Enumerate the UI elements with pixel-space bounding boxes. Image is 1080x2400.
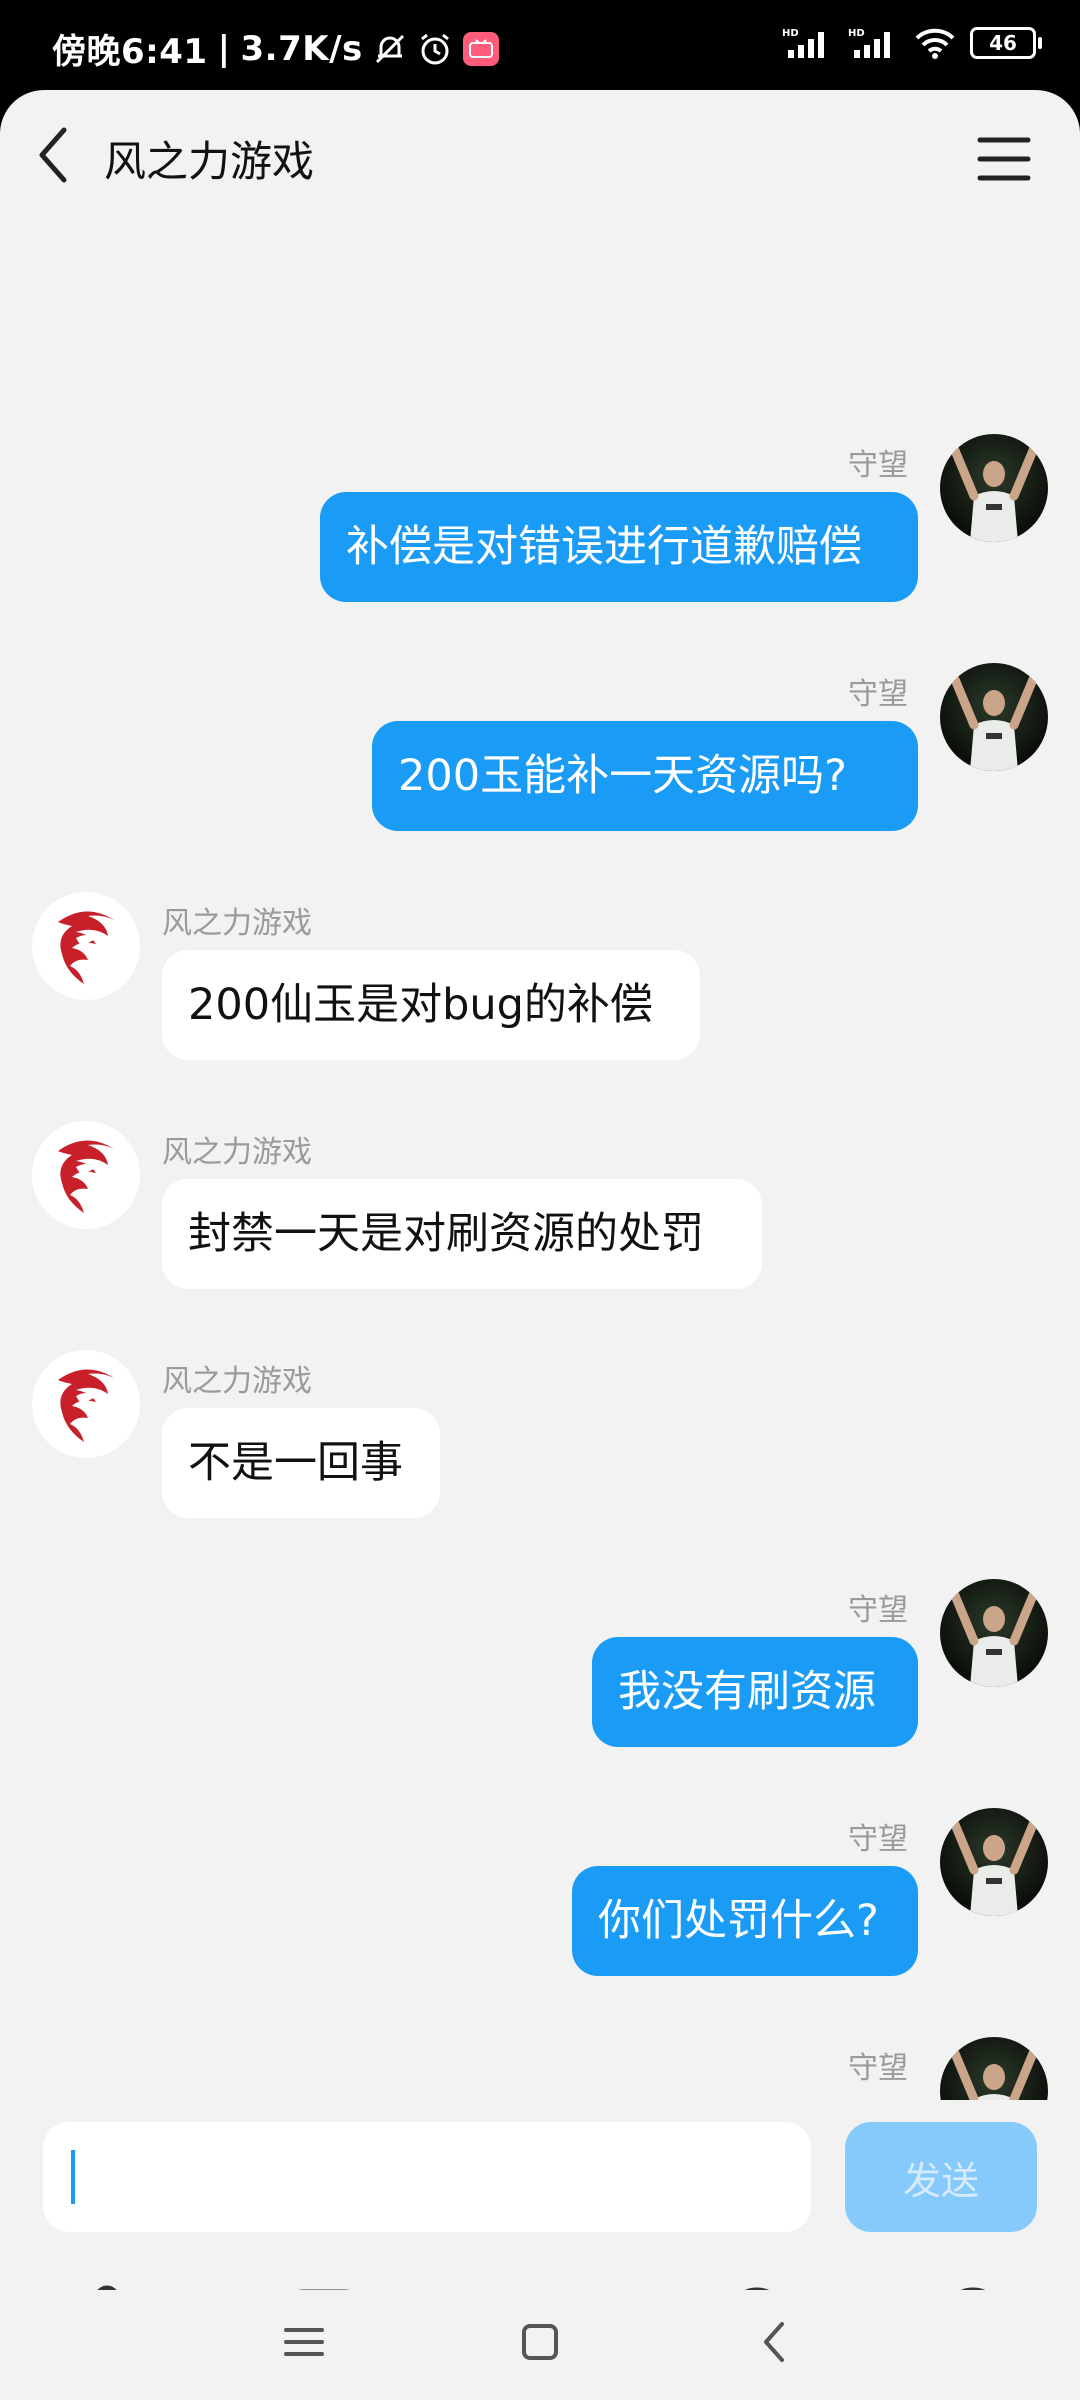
sender-name: 守望 (848, 1822, 908, 1857)
message-input[interactable] (43, 2122, 811, 2232)
message-bubble[interactable]: 你们处罚什么? (572, 1866, 918, 1976)
hamburger-menu-icon (977, 137, 1031, 181)
game-logo-icon (58, 911, 114, 984)
chat-screen: 风之力游戏 守望 补偿是对错误进行道歉赔偿 守望 200玉能补一天资源吗? 风之… (0, 90, 1080, 2400)
status-speed: 3.7K/s (240, 28, 363, 69)
alarm-icon (417, 31, 453, 67)
status-bar: 傍晚6:41 | 3.7K/s HD HD 46 (0, 0, 1080, 95)
avatar[interactable] (32, 1350, 140, 1458)
avatar[interactable] (32, 892, 140, 1000)
message-list[interactable]: 守望 补偿是对错误进行道歉赔偿 守望 200玉能补一天资源吗? 风之力游戏 20… (0, 220, 1080, 2100)
player-photo-icon (949, 443, 1039, 542)
square-icon (522, 2324, 558, 2360)
menu-button[interactable] (976, 134, 1032, 184)
chevron-left-icon (39, 127, 67, 183)
message-bubble[interactable]: 我没有刷资源 (592, 1637, 918, 1747)
mute-bell-icon (373, 32, 407, 66)
chevron-left-icon (764, 2322, 784, 2362)
hd-signal-2-icon: HD (848, 26, 900, 60)
text-caret (71, 2150, 75, 2204)
sender-name: 守望 (848, 677, 908, 712)
sender-name: 风之力游戏 (162, 906, 312, 941)
avatar[interactable] (940, 663, 1048, 771)
status-right: HD HD 46 (782, 26, 1042, 60)
recent-apps-button[interactable] (274, 2312, 334, 2372)
avatar[interactable] (940, 1808, 1048, 1916)
svg-text:HD: HD (848, 28, 865, 39)
sender-name: 守望 (848, 448, 908, 483)
svg-text:HD: HD (782, 28, 799, 39)
message-bubble[interactable]: 不是一回事 (162, 1408, 440, 1518)
sender-name: 守望 (848, 1593, 908, 1628)
page-title: 风之力游戏 (104, 137, 315, 186)
message-bubble[interactable]: 补偿是对错误进行道歉赔偿 (320, 492, 918, 602)
wifi-icon (914, 26, 956, 60)
menu-lines-icon (284, 2328, 324, 2356)
message-bubble[interactable]: 200玉能补一天资源吗? (372, 721, 918, 831)
sender-name: 风之力游戏 (162, 1135, 312, 1170)
game-logo-icon (58, 1369, 114, 1442)
player-photo-icon (949, 672, 1039, 771)
chat-header: 风之力游戏 (0, 90, 1080, 220)
avatar[interactable] (32, 1121, 140, 1229)
sender-name: 风之力游戏 (162, 1364, 312, 1399)
status-left: 傍晚6:41 | 3.7K/s (52, 24, 499, 73)
message-bubble[interactable]: 封禁一天是对刷资源的处罚 (162, 1179, 762, 1289)
player-photo-icon (949, 1588, 1039, 1687)
system-back-button[interactable] (746, 2312, 806, 2372)
home-button[interactable] (510, 2312, 570, 2372)
avatar[interactable] (940, 434, 1048, 542)
system-nav-bar (0, 2290, 1080, 2400)
message-bubble[interactable]: 200仙玉是对bug的补偿 (162, 950, 700, 1060)
send-button[interactable]: 发送 (845, 2122, 1037, 2232)
back-button[interactable] (30, 120, 86, 190)
bilibili-icon (462, 31, 499, 66)
status-separator: | (217, 28, 231, 69)
avatar[interactable] (940, 1579, 1048, 1687)
player-photo-icon (949, 1817, 1039, 1916)
game-logo-icon (58, 1140, 114, 1213)
status-time: 傍晚6:41 (52, 32, 208, 72)
hd-signal-icon: HD (782, 26, 834, 60)
battery-indicator: 46 (970, 27, 1042, 59)
